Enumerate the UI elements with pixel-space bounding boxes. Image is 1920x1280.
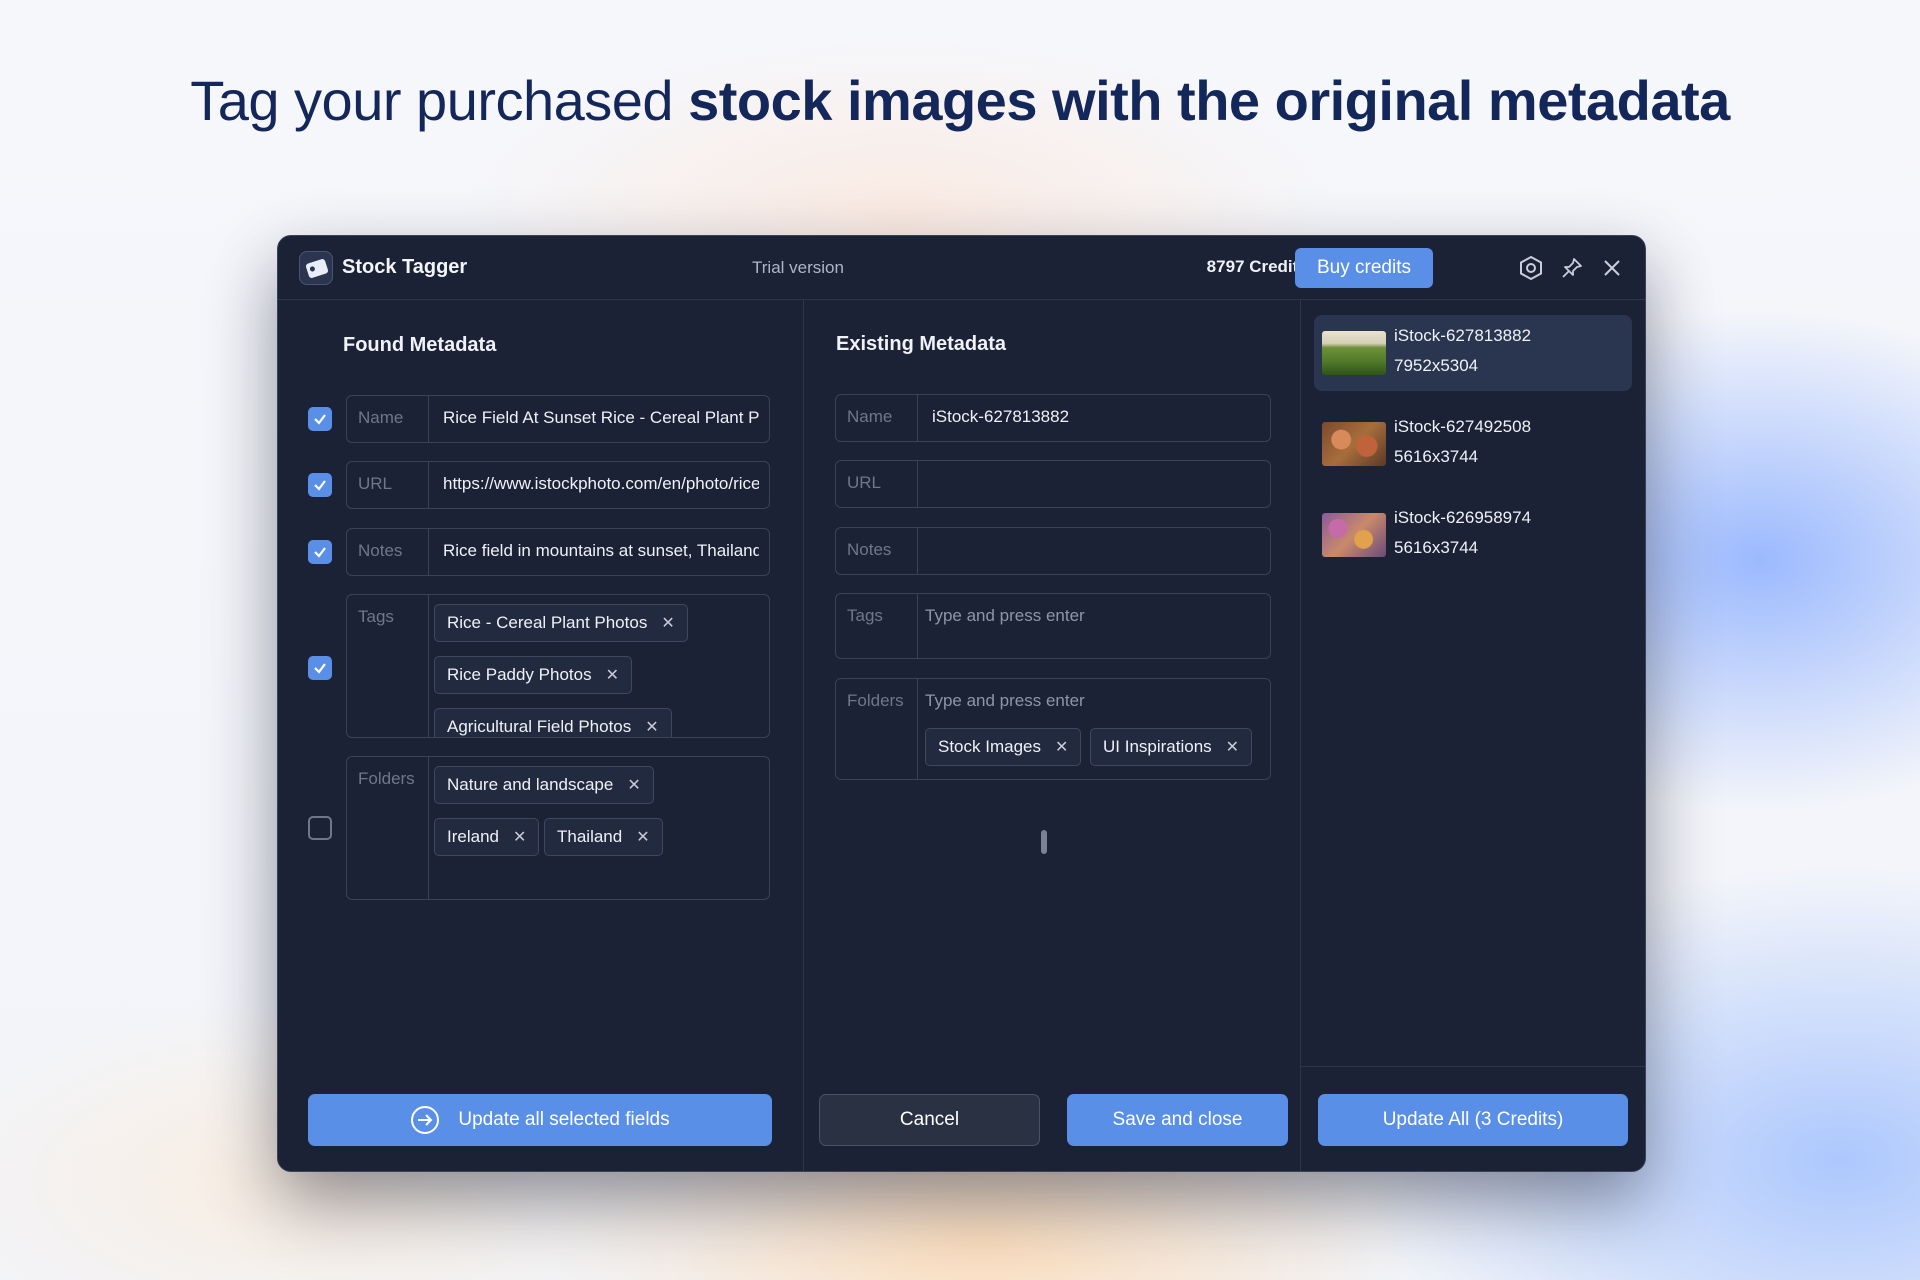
folder-chip-label: Ireland: [447, 827, 499, 846]
title-bar: Stock Tagger Trial version 8797 Credits …: [278, 236, 1645, 300]
image-dimensions: 5616x3744: [1394, 538, 1479, 557]
image-list-item[interactable]: iStock-627492508 5616x3744: [1314, 406, 1632, 482]
settings-hexagon-icon[interactable]: [1517, 254, 1545, 282]
save-and-close-button[interactable]: Save and close: [1067, 1094, 1288, 1146]
folder-chip: UI Inspirations ✕: [1090, 728, 1253, 766]
update-all-button[interactable]: Update All (3 Credits): [1318, 1094, 1628, 1146]
tags-label: Tags: [347, 595, 429, 737]
found-notes-value[interactable]: Rice field in mountains at sunset, Thail…: [443, 541, 759, 561]
tag-chip-label: Rice Paddy Photos: [447, 665, 592, 684]
remove-folder-icon[interactable]: ✕: [513, 827, 526, 847]
existing-tags-field[interactable]: Tags Type and press enter: [835, 593, 1271, 659]
notes-label: Notes: [347, 529, 429, 575]
existing-name-value[interactable]: iStock-627813882: [932, 407, 1260, 427]
existing-url-field[interactable]: URL: [835, 460, 1271, 508]
folder-chip-label: UI Inspirations: [1103, 737, 1212, 756]
existing-notes-field[interactable]: Notes: [835, 527, 1271, 575]
name-label: Name: [347, 396, 429, 442]
remove-folder-icon[interactable]: ✕: [627, 775, 640, 795]
tags-checkbox[interactable]: [308, 656, 332, 680]
remove-tag-icon[interactable]: ✕: [606, 665, 619, 685]
headline-bold: stock images with the original metadata: [688, 69, 1730, 132]
image-thumbnail: [1322, 331, 1386, 375]
remove-tag-icon[interactable]: ✕: [645, 717, 658, 737]
close-icon[interactable]: [1598, 254, 1626, 282]
tags-input-placeholder[interactable]: Type and press enter: [925, 606, 1260, 626]
headline-normal: Tag your purchased: [190, 69, 689, 132]
found-url-field[interactable]: URL https://www.istockphoto.com/en/photo…: [346, 461, 770, 509]
found-name-field[interactable]: Name Rice Field At Sunset Rice - Cereal …: [346, 395, 770, 443]
folders-input-placeholder[interactable]: Type and press enter: [925, 691, 1260, 711]
tags-scrollbar[interactable]: [1041, 830, 1047, 854]
folder-chip: Thailand ✕: [544, 818, 663, 856]
tag-chip-label: Agricultural Field Photos: [447, 717, 632, 736]
folder-chip: Ireland ✕: [434, 818, 540, 856]
list-footer-divider: [1300, 1066, 1645, 1067]
tag-chip: Rice - Cereal Plant Photos ✕: [434, 604, 688, 642]
image-name: iStock-626958974: [1394, 508, 1532, 527]
folders-checkbox[interactable]: [308, 816, 332, 840]
divider-right: [1300, 300, 1301, 1171]
existing-metadata-title: Existing Metadata: [836, 333, 1007, 355]
folder-chip-label: Thailand: [557, 827, 623, 846]
cancel-button[interactable]: Cancel: [819, 1094, 1040, 1146]
image-dimensions: 7952x5304: [1394, 356, 1479, 375]
name-checkbox[interactable]: [308, 407, 332, 431]
existing-name-field[interactable]: Name iStock-627813882: [835, 394, 1271, 442]
folders-label: Folders: [836, 679, 918, 779]
folders-label: Folders: [347, 757, 429, 899]
app-window: Stock Tagger Trial version 8797 Credits …: [277, 235, 1646, 1172]
found-folders-field[interactable]: Folders Nature and landscape ✕ Ireland ✕ T…: [346, 756, 770, 900]
found-url-value[interactable]: https://www.istockphoto.com/en/photo/ric…: [443, 474, 759, 494]
remove-folder-icon[interactable]: ✕: [1226, 737, 1239, 757]
tag-chip: Rice Paddy Photos ✕: [434, 656, 632, 694]
trial-label: Trial version: [752, 258, 844, 277]
image-dimensions: 5616x3744: [1394, 447, 1479, 466]
update-selected-button[interactable]: Update all selected fields: [308, 1094, 772, 1146]
tag-icon: [299, 251, 333, 285]
image-list-item[interactable]: iStock-627813882 7952x5304: [1314, 315, 1632, 391]
notes-checkbox[interactable]: [308, 540, 332, 564]
image-thumbnail: [1322, 422, 1386, 466]
url-label: URL: [347, 462, 429, 508]
app-title: Stock Tagger: [342, 256, 468, 278]
folder-chip-label: Nature and landscape: [447, 775, 614, 794]
folder-chip: Stock Images ✕: [925, 728, 1082, 766]
url-label: URL: [836, 461, 918, 507]
existing-folders-field[interactable]: Folders Type and press enter Stock Image…: [835, 678, 1271, 780]
notes-label: Notes: [836, 528, 918, 574]
found-notes-field[interactable]: Notes Rice field in mountains at sunset,…: [346, 528, 770, 576]
name-label: Name: [836, 395, 918, 441]
found-tags-field[interactable]: Tags Rice - Cereal Plant Photos ✕ Rice Pa…: [346, 594, 770, 738]
image-list-item[interactable]: iStock-626958974 5616x3744: [1314, 497, 1632, 573]
arrow-circle-icon: [411, 1106, 440, 1134]
headline: Tag your purchased stock images with the…: [0, 68, 1920, 133]
image-name: iStock-627813882: [1394, 326, 1532, 345]
pin-icon[interactable]: [1558, 254, 1586, 282]
image-name: iStock-627492508: [1394, 417, 1532, 436]
remove-folder-icon[interactable]: ✕: [636, 827, 649, 847]
remove-folder-icon[interactable]: ✕: [1055, 737, 1068, 757]
found-name-value[interactable]: Rice Field At Sunset Rice - Cereal Plant…: [443, 408, 759, 428]
folder-chip-label: Stock Images: [938, 737, 1041, 756]
tag-chip: Agricultural Field Photos ✕: [434, 708, 672, 737]
image-thumbnail: [1322, 513, 1386, 557]
found-metadata-title: Found Metadata: [343, 334, 497, 356]
divider-left: [803, 300, 804, 1171]
buy-credits-button[interactable]: Buy credits: [1295, 248, 1433, 288]
update-selected-label: Update all selected fields: [458, 1109, 670, 1130]
tags-label: Tags: [836, 594, 918, 658]
tag-chip-label: Rice - Cereal Plant Photos: [447, 613, 648, 632]
remove-tag-icon[interactable]: ✕: [661, 613, 674, 633]
url-checkbox[interactable]: [308, 473, 332, 497]
folder-chip: Nature and landscape ✕: [434, 766, 654, 804]
